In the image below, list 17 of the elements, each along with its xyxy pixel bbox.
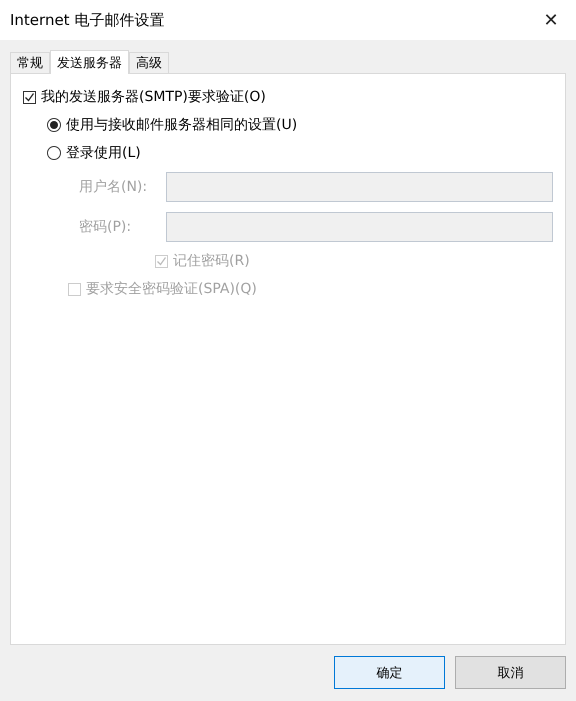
window-title: Internet 电子邮件设置	[10, 10, 164, 30]
cancel-button[interactable]: 取消	[455, 656, 566, 689]
radio-button[interactable]	[47, 118, 61, 132]
radio-label: 使用与接收邮件服务器相同的设置(U)	[66, 116, 298, 134]
tab[interactable]: 发送服务器	[50, 50, 129, 74]
radio-label: 登录使用(L)	[66, 144, 141, 162]
checkbox-label: 要求安全密码验证(SPA)(Q)	[86, 280, 257, 298]
radio-button[interactable]	[47, 146, 61, 160]
field-label: 用户名(N):	[79, 178, 148, 196]
tab[interactable]: 高级	[129, 52, 169, 73]
tab[interactable]: 常规	[10, 52, 50, 73]
checkbox-label: 我的发送服务器(SMTP)要求验证(O)	[41, 88, 266, 106]
field-label: 密码(P):	[79, 218, 132, 236]
ok-button[interactable]: 确定	[334, 656, 445, 689]
checkbox-label: 记住密码(R)	[173, 252, 250, 270]
close-button[interactable]: ✕	[536, 5, 566, 35]
checkbox[interactable]	[23, 90, 36, 104]
